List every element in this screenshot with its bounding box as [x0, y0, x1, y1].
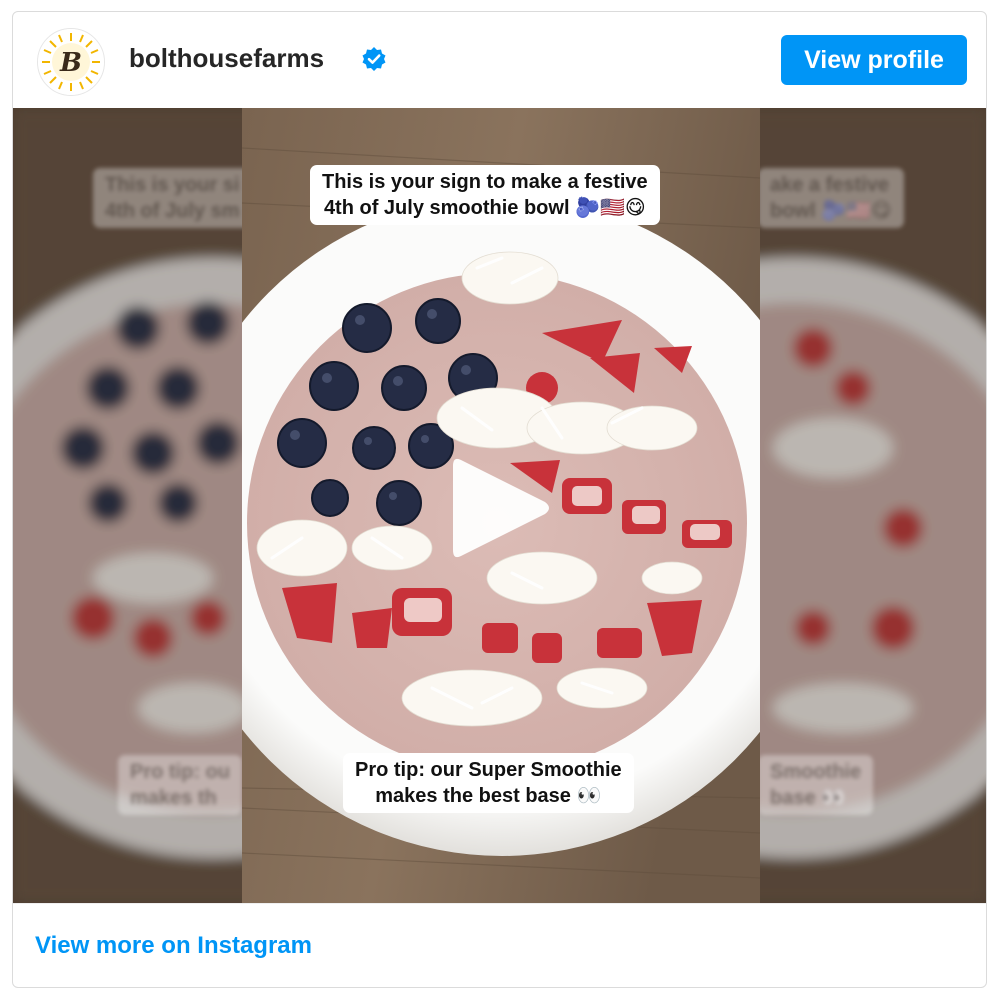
- ghost-caption-left-bottom: Pro tip: ou makes th: [118, 755, 242, 815]
- instagram-embed-card: B bolthousefarms View profile This is yo…: [12, 11, 987, 988]
- play-icon[interactable]: [443, 448, 563, 568]
- video-caption-top: This is your sign to make a festive 4th …: [310, 165, 660, 225]
- ghost-caption-right: ake a festive bowl 🫐🇺🇸😋: [758, 168, 904, 228]
- ghost-caption-left: This is your si 4th of July sm: [93, 168, 252, 228]
- bolthouse-logo: B: [38, 29, 104, 95]
- video-caption-bottom: Pro tip: our Super Smoothie makes the be…: [343, 753, 634, 813]
- caption-top-line-1: This is your sign to make a festive: [322, 171, 648, 193]
- view-profile-button[interactable]: View profile: [781, 35, 967, 85]
- footer-divider: [13, 903, 986, 904]
- username[interactable]: bolthousefarms: [129, 40, 324, 76]
- view-more-link[interactable]: View more on Instagram: [35, 929, 312, 963]
- caption-bottom-line-1: Pro tip: our Super Smoothie: [355, 759, 622, 781]
- avatar[interactable]: B: [37, 28, 105, 96]
- video-preview[interactable]: This is your si 4th of July sm ake a fest…: [13, 108, 986, 903]
- avatar-letter: B: [59, 48, 82, 78]
- embed-header: B bolthousefarms View profile: [13, 12, 986, 108]
- caption-bottom-line-2: makes the best base 👀: [375, 785, 602, 807]
- ghost-caption-right-bottom: Smoothie base 👀: [758, 755, 874, 815]
- caption-top-line-2: 4th of July smoothie bowl 🫐🇺🇸😋: [323, 197, 646, 219]
- verified-badge-icon: [362, 47, 386, 71]
